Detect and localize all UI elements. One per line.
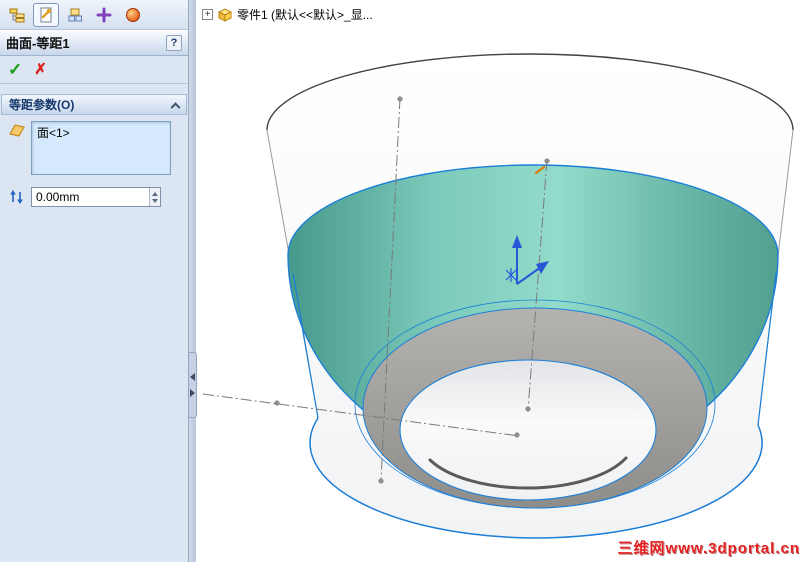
spinner-up-icon[interactable]: [152, 191, 158, 196]
vertex-point[interactable]: [525, 406, 531, 412]
group-header-offset-parameters[interactable]: 等距参数(O): [1, 94, 187, 115]
property-manager-panel: 曲面-等距1 ? ✓ ✗ 等距参数(O) 面<1> 0.00mm: [0, 0, 189, 562]
manager-tab-bar: [0, 0, 188, 30]
panel-splitter[interactable]: [189, 0, 196, 562]
offset-distance-field: [31, 187, 161, 207]
face-select-icon: [9, 124, 25, 137]
feature-tree-flyout: + 零件1 (默认<<默认>_显...: [202, 6, 373, 23]
offset-parameters-group: 等距参数(O) 面<1>: [1, 94, 187, 219]
configurationmanager-tab[interactable]: [62, 3, 88, 27]
ok-button[interactable]: ✓: [8, 61, 22, 78]
displaymanager-tab-icon: [126, 7, 140, 22]
app-window: + 零件1 (默认<<默认>_显... 三维网www.3dportal.cn 曲…: [0, 0, 808, 562]
face-selection-listbox[interactable]: 面<1>: [31, 121, 171, 175]
group-body: 面<1>: [1, 115, 187, 219]
pm-action-bar: ✓ ✗: [0, 56, 188, 84]
flip-direction-icon[interactable]: [8, 188, 26, 206]
collapse-left-icon: [190, 373, 195, 381]
vertex-point[interactable]: [378, 478, 384, 484]
tree-expand-icon[interactable]: +: [202, 9, 213, 20]
part-icon: [217, 7, 233, 22]
spinner-down-icon[interactable]: [152, 198, 158, 203]
vertex-point[interactable]: [544, 158, 550, 164]
offset-distance-input[interactable]: [32, 188, 149, 206]
cancel-button[interactable]: ✗: [34, 62, 47, 77]
watermark-text: 三维网www.3dportal.cn: [617, 540, 800, 557]
tree-item-label[interactable]: 零件1 (默认<<默认>_显...: [237, 6, 373, 23]
vertex-point[interactable]: [274, 400, 280, 406]
displaymanager-tab[interactable]: [120, 3, 146, 27]
configurationmanager-tab-icon: [68, 8, 82, 21]
group-header-label: 等距参数(O): [9, 98, 75, 112]
hole-face[interactable]: [399, 359, 657, 501]
help-button[interactable]: ?: [166, 34, 182, 51]
dimxpertmanager-tab[interactable]: [91, 3, 117, 27]
property-manager-titlebar: 曲面-等距1 ?: [0, 30, 188, 56]
dimxpertmanager-tab-icon: [96, 7, 112, 22]
collapse-right-icon: [190, 389, 195, 397]
propertymanager-tab-icon: [40, 7, 52, 22]
propertymanager-tab[interactable]: [33, 2, 59, 27]
featuremanager-tab[interactable]: [4, 3, 30, 27]
distance-spinner[interactable]: [149, 188, 160, 206]
vertex-point[interactable]: [514, 432, 520, 438]
page-title: 曲面-等距1: [6, 36, 70, 51]
featuremanager-tab-icon: [9, 8, 25, 22]
selection-item[interactable]: 面<1>: [37, 126, 70, 140]
vertex-point[interactable]: [397, 96, 403, 102]
panel-collapse-handle[interactable]: [188, 352, 197, 418]
collapse-chevron-icon: [170, 102, 181, 113]
